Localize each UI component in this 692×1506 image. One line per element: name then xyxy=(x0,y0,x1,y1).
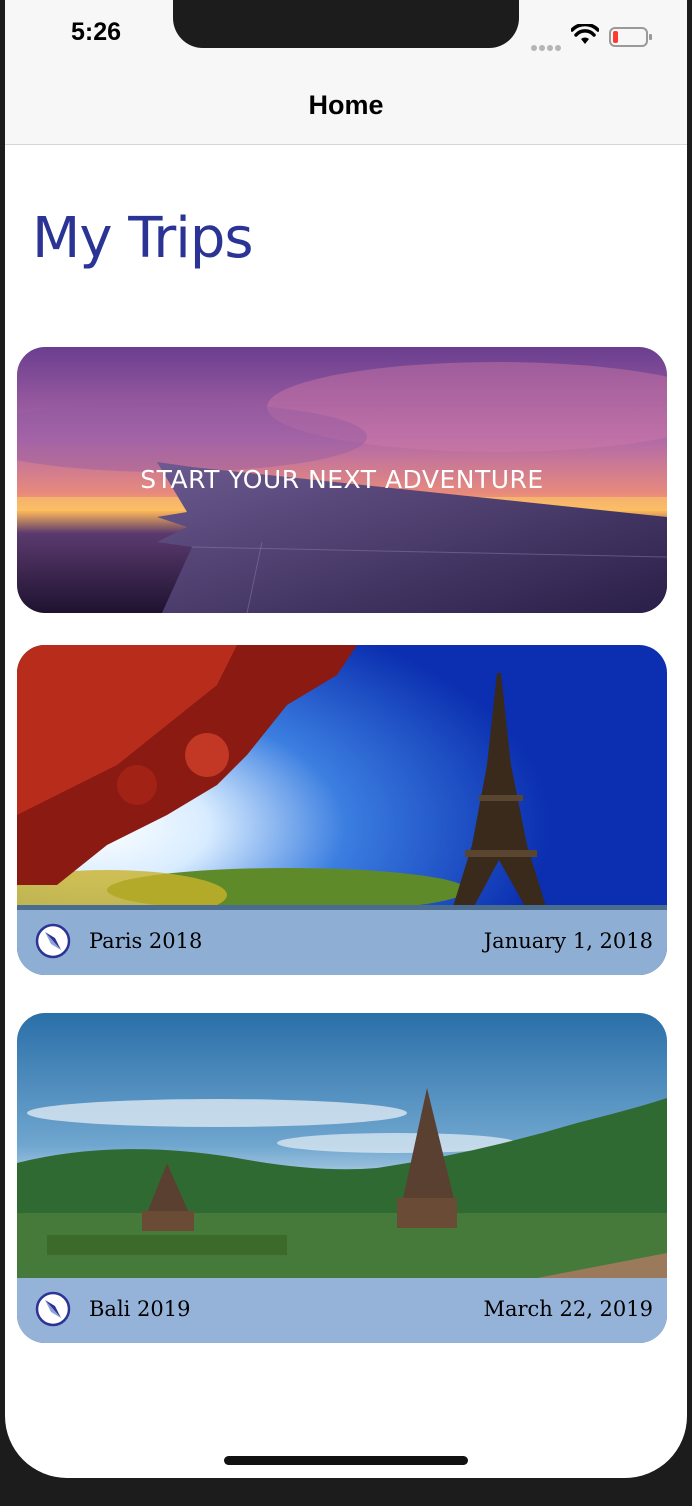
new-trip-label: START YOUR NEXT ADVENTURE xyxy=(140,465,544,494)
trip-date: March 22, 2019 xyxy=(483,1297,653,1321)
trip-card-paris[interactable]: Paris 2018 January 1, 2018 xyxy=(17,645,667,975)
home-indicator[interactable] xyxy=(224,1456,468,1465)
page-title: My Trips xyxy=(32,206,254,271)
device-frame: 5:26 Home My Trips START YOUR NEXT ADVEN… xyxy=(0,0,692,1506)
device-notch xyxy=(173,0,519,48)
status-time: 5:26 xyxy=(71,18,122,46)
navigation-bar: Home xyxy=(5,70,687,145)
compass-icon xyxy=(35,1291,71,1327)
wifi-icon xyxy=(571,24,599,44)
trip-name: Bali 2019 xyxy=(89,1297,191,1321)
signal-icon xyxy=(531,38,563,56)
battery-icon xyxy=(609,27,652,47)
new-trip-card[interactable]: START YOUR NEXT ADVENTURE xyxy=(17,347,667,613)
compass-icon xyxy=(35,923,71,959)
trip-card-footer: Bali 2019 March 22, 2019 xyxy=(17,1278,667,1343)
screen: 5:26 Home My Trips START YOUR NEXT ADVEN… xyxy=(5,0,687,1478)
trip-card-bali[interactable]: Bali 2019 March 22, 2019 xyxy=(17,1013,667,1343)
nav-title: Home xyxy=(308,90,384,120)
trip-card-footer: Paris 2018 January 1, 2018 xyxy=(17,910,667,975)
trip-date: January 1, 2018 xyxy=(483,929,653,953)
trip-name: Paris 2018 xyxy=(89,929,203,953)
